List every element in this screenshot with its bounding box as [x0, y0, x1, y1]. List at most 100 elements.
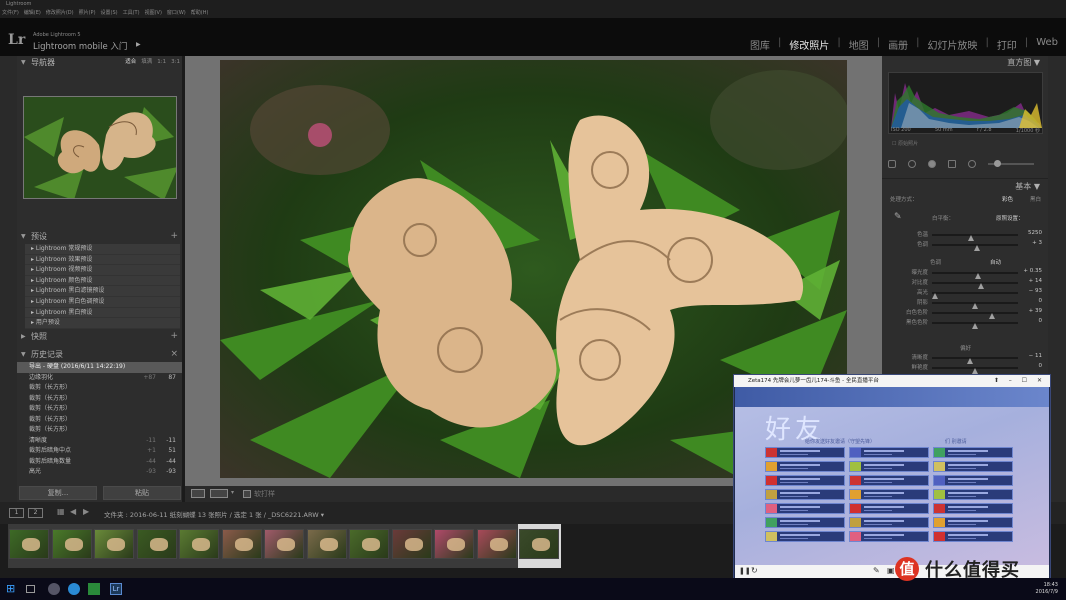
left-panel-edge[interactable]	[0, 56, 17, 502]
friend-card[interactable]	[933, 447, 1013, 458]
menu-view[interactable]: 视图(V)	[145, 9, 162, 18]
history-item[interactable]: 裁剪（长方形）	[17, 415, 182, 426]
forward-arrow-icon[interactable]: ▶	[83, 507, 89, 516]
before-after-icon[interactable]	[210, 489, 228, 498]
zoom-1-1[interactable]: 1:1	[157, 57, 166, 68]
preset-folder[interactable]: ▸ Lightroom 常规预设	[25, 244, 180, 255]
slider-track[interactable]	[932, 367, 1018, 374]
friend-card[interactable]	[849, 503, 929, 514]
slider-knob[interactable]	[972, 323, 978, 329]
identity-plate-text[interactable]: Lightroom mobile 入门	[33, 40, 127, 52]
auto-tone-button[interactable]: 自动	[990, 258, 1001, 266]
brush-slider-knob[interactable]	[994, 160, 1001, 167]
slider-row[interactable]: 高光 − 93	[882, 288, 1048, 299]
filmstrip-thumbnail[interactable]	[220, 524, 264, 568]
navigator-header[interactable]: ▼ 导航器 适合 填满 1:1 3:1	[17, 57, 182, 68]
browser-icon[interactable]	[48, 583, 60, 595]
slider-row[interactable]: 色调 + 3	[882, 240, 1048, 251]
douyu-taskbar-icon[interactable]	[68, 583, 80, 595]
add-preset-icon[interactable]: +	[170, 231, 178, 242]
slider-knob[interactable]	[973, 245, 980, 251]
graduated-filter-icon[interactable]	[948, 160, 956, 168]
eyedropper-icon[interactable]: ✎	[894, 212, 902, 222]
module-develop[interactable]: 修改照片	[789, 37, 829, 52]
history-item[interactable]: 清晰度 -11 -11	[17, 436, 182, 447]
slider-row[interactable]: 阴影 0	[882, 298, 1048, 309]
slider-value[interactable]: − 93	[1029, 288, 1042, 294]
collapse-triangle-icon[interactable]: ▼	[21, 349, 26, 360]
treatment-bw[interactable]: 黑白	[1030, 195, 1041, 203]
filmstrip-thumbnail[interactable]	[135, 524, 179, 568]
filmstrip-thumbnail[interactable]	[518, 524, 561, 568]
filmstrip-source[interactable]: 文件夹 : 2016-06-11 纸刻蝴蝶 13 张照片 / 选定 1 张 / …	[104, 509, 324, 519]
filmstrip-thumbnail[interactable]	[433, 524, 476, 568]
slider-row[interactable]: 曝光度 + 0.35	[882, 268, 1048, 279]
slider-track[interactable]	[932, 302, 1018, 309]
module-print[interactable]: 打印	[997, 37, 1017, 52]
slider-track[interactable]	[932, 234, 1018, 241]
friend-card[interactable]	[765, 447, 845, 458]
filmstrip-thumbnail[interactable]	[178, 524, 221, 568]
pause-icon[interactable]: ❚❚	[739, 567, 751, 575]
preset-folder[interactable]: ▸ Lightroom 黑白滤镜预设	[25, 286, 180, 297]
friend-card[interactable]	[765, 531, 845, 542]
navigator-preview[interactable]	[23, 96, 177, 199]
friend-card[interactable]	[933, 503, 1013, 514]
friend-card[interactable]	[849, 475, 929, 486]
menu-help[interactable]: 帮助(H)	[191, 9, 209, 18]
module-web[interactable]: Web	[1036, 37, 1058, 52]
clock[interactable]: 18:43 2016/7/9	[1036, 582, 1058, 596]
edit-icon[interactable]: ✎	[873, 566, 880, 575]
friend-card[interactable]	[933, 517, 1013, 528]
slider-row[interactable]: 对比度 + 14	[882, 278, 1048, 289]
history-item[interactable]: 边缘羽化 +87 87	[17, 373, 182, 384]
menu-window[interactable]: 窗口(W)	[167, 9, 186, 18]
friend-card[interactable]	[849, 489, 929, 500]
history-header[interactable]: ▼ 历史记录 ×	[17, 349, 182, 360]
module-book[interactable]: 画册	[888, 37, 908, 52]
preset-folder[interactable]: ▸ Lightroom 黑白色调预设	[25, 296, 180, 308]
menu-file[interactable]: 文件(F)	[2, 9, 19, 18]
slider-value[interactable]: + 14	[1029, 278, 1042, 284]
slider-row[interactable]: 白色色阶 + 39	[882, 308, 1048, 319]
filmstrip-thumbnail[interactable]	[390, 524, 434, 568]
menu-develop[interactable]: 修改照片(D)	[46, 9, 74, 18]
douyu-stream-view[interactable]: 好友 给你发送好友邀请（守望先锋） 们 别邀请	[735, 387, 1049, 565]
friend-card[interactable]	[849, 531, 929, 542]
friend-card[interactable]	[849, 461, 929, 472]
friend-card[interactable]	[765, 517, 845, 528]
preset-folder[interactable]: ▸ Lightroom 视频预设	[25, 265, 180, 276]
white-balance-select[interactable]: 原照设置：	[996, 214, 1024, 222]
treatment-color[interactable]: 彩色	[1002, 195, 1013, 203]
filmstrip-thumbnail[interactable]	[348, 524, 391, 568]
presets-header[interactable]: ▼ 预设 +	[17, 231, 182, 242]
friend-card[interactable]	[765, 489, 845, 500]
friend-card[interactable]	[933, 531, 1013, 542]
snapshots-header[interactable]: ▶ 快照 +	[17, 331, 182, 342]
original-photo-toggle[interactable]: ☐ 原始照片	[892, 140, 918, 147]
preset-folder[interactable]: ▸ Lightroom 颜色预设	[25, 275, 180, 287]
grid-icon[interactable]: ▦	[57, 507, 65, 516]
slider-track[interactable]	[932, 357, 1018, 364]
paste-settings-button[interactable]: 粘贴	[103, 486, 181, 500]
crop-tool-icon[interactable]	[888, 160, 896, 168]
module-map[interactable]: 地图	[849, 37, 869, 52]
zoom-fill[interactable]: 填满	[141, 57, 152, 68]
copy-settings-button[interactable]: 复制...	[19, 486, 97, 500]
zoom-3-1[interactable]: 3:1	[171, 57, 180, 68]
filmstrip-thumbnail[interactable]	[8, 524, 51, 568]
slider-track[interactable]	[932, 272, 1018, 279]
menu-photo[interactable]: 照片(P)	[79, 9, 96, 18]
slider-value[interactable]: 0	[1039, 318, 1043, 324]
friend-card[interactable]	[765, 503, 845, 514]
friend-card[interactable]	[849, 517, 929, 528]
slider-track[interactable]	[932, 322, 1018, 329]
red-eye-icon[interactable]	[928, 160, 936, 168]
windows-start-icon[interactable]: ⊞	[6, 583, 18, 595]
module-slideshow[interactable]: 幻灯片放映	[927, 37, 977, 52]
radial-filter-icon[interactable]	[968, 160, 976, 168]
module-library[interactable]: 图库	[750, 37, 770, 52]
slider-value[interactable]: 0	[1039, 298, 1043, 304]
history-item[interactable]: 导出 - 硬盘 (2016/6/11 14:22:19)	[17, 362, 182, 373]
preset-folder[interactable]: ▸ Lightroom 效果预设	[25, 254, 180, 266]
